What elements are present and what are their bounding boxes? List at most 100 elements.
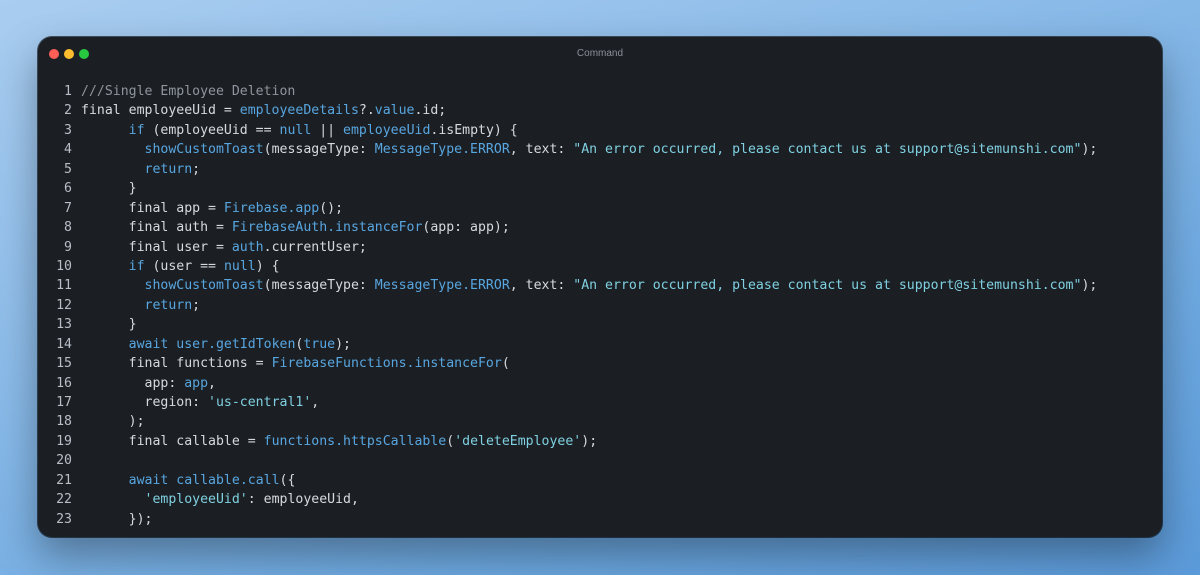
code-token: } [81,181,137,197]
code-line: 6 } [38,179,1162,198]
code-token: ?. [358,103,375,119]
line-number: 13 [56,317,72,333]
line-number: 17 [56,395,72,410]
code-token: null [279,122,312,138]
code-token: (); [319,200,344,216]
code-line: 14 await user.getIdToken(true); [38,335,1162,354]
code-token: ; [192,297,201,313]
code-token: ; [192,161,201,177]
code-token: "An error occurred, please contact us at… [573,278,1082,294]
code-token: 'us-central1' [208,395,312,410]
line-number: 10 [56,258,72,274]
code-text: region: 'us-central1', [81,393,320,412]
code-token: Firebase.app [223,200,320,216]
code-text: return; [81,160,201,179]
code-window: Command 1 ///Single Employee Deletion 2 fin… [38,37,1162,537]
code-token: true [303,336,336,352]
code-text: if (user == null) { [81,257,280,276]
code-line: 17 region: 'us-central1', [38,393,1162,412]
line-number: 15 [56,356,72,372]
code-token: (employeeUid == [144,122,280,138]
line-number: 16 [56,375,72,391]
code-token: .currentUser; [263,239,367,255]
code-token: ); [335,336,351,352]
code-token: employeeUid [343,122,431,138]
code-token: if [128,258,145,274]
code-token: FirebaseAuth.instanceFor [231,220,423,236]
code-line: 13 } [38,315,1162,334]
line-number: 1 [64,84,72,99]
code-token: || [311,122,344,138]
code-token: ( [501,356,510,372]
line-number: 18 [56,414,72,430]
code-token: final employeeUid = [81,103,240,119]
code-token: final functions = [81,356,272,372]
code-line: 4 showCustomToast(messageType: MessageTy… [38,140,1162,159]
code-text: final user = auth.currentUser; [81,238,367,257]
code-token: ); [1081,278,1098,294]
code-line: 12 return; [38,296,1162,315]
code-token: ) { [255,258,280,274]
code-token: , text: [509,278,574,294]
code-line: 22 'employeeUid': employeeUid, [38,490,1162,509]
code-text: ); [81,412,145,431]
code-token: 'deleteEmployee' [454,433,582,449]
code-token: } [81,317,137,333]
code-text: await callable.call({ [81,471,296,490]
code-line: 1 ///Single Employee Deletion [38,82,1162,101]
code-token: (messageType: [263,142,375,158]
code-token: ({ [279,472,296,488]
code-line: 15 final functions = FirebaseFunctions.i… [38,354,1162,373]
line-number: 5 [64,161,72,177]
code-token: MessageType.ERROR [374,142,510,158]
code-text: final app = Firebase.app(); [81,199,343,218]
code-token: auth [231,239,264,255]
code-token: return [144,161,193,177]
code-line: 9 final user = auth.currentUser; [38,238,1162,257]
code-token: app [184,375,209,391]
code-text: showCustomToast(messageType: MessageType… [81,140,1098,159]
code-text: await user.getIdToken(true); [81,335,351,354]
code-token: ///Single Employee Deletion [81,84,296,99]
code-token: null [223,258,256,274]
code-token: employeeDetails [239,103,359,119]
code-token: callable.call [176,472,280,488]
line-number: 23 [56,511,72,527]
line-number: 6 [64,181,72,197]
code-token: return [144,297,193,313]
line-number: 7 [64,200,72,216]
line-number: 12 [56,297,72,313]
code-text: 'employeeUid': employeeUid, [81,490,359,509]
code-text: showCustomToast(messageType: MessageType… [81,276,1098,295]
code-token: ( [446,433,455,449]
code-line: 23 }); [38,510,1162,529]
code-token: ); [81,414,145,430]
code-token: , text: [509,142,574,158]
code-token: , [208,375,216,391]
code-token: value [374,103,415,119]
code-token: await [128,336,169,352]
line-number: 19 [56,433,72,449]
code-text: }); [81,510,153,529]
code-token: (app: app); [422,220,510,236]
code-token: .id; [414,103,447,119]
code-line: 5 return; [38,160,1162,179]
code-line: 19 final callable = functions.httpsCalla… [38,432,1162,451]
code-token: .isEmpty) { [430,122,518,138]
code-line: 21 await callable.call({ [38,471,1162,490]
code-token: final app = [81,200,224,216]
code-token: FirebaseFunctions.instanceFor [271,356,502,372]
code-token: showCustomToast [144,142,264,158]
line-number: 11 [56,278,72,294]
code-token: ); [1081,142,1098,158]
code-text: app: app, [81,374,216,393]
code-token: (messageType: [263,278,375,294]
code-text: final employeeUid = employeeDetails?.val… [81,101,446,120]
code-line: 8 final auth = FirebaseAuth.instanceFor(… [38,218,1162,237]
code-text: final auth = FirebaseAuth.instanceFor(ap… [81,218,510,237]
window-title: Command [576,48,624,59]
